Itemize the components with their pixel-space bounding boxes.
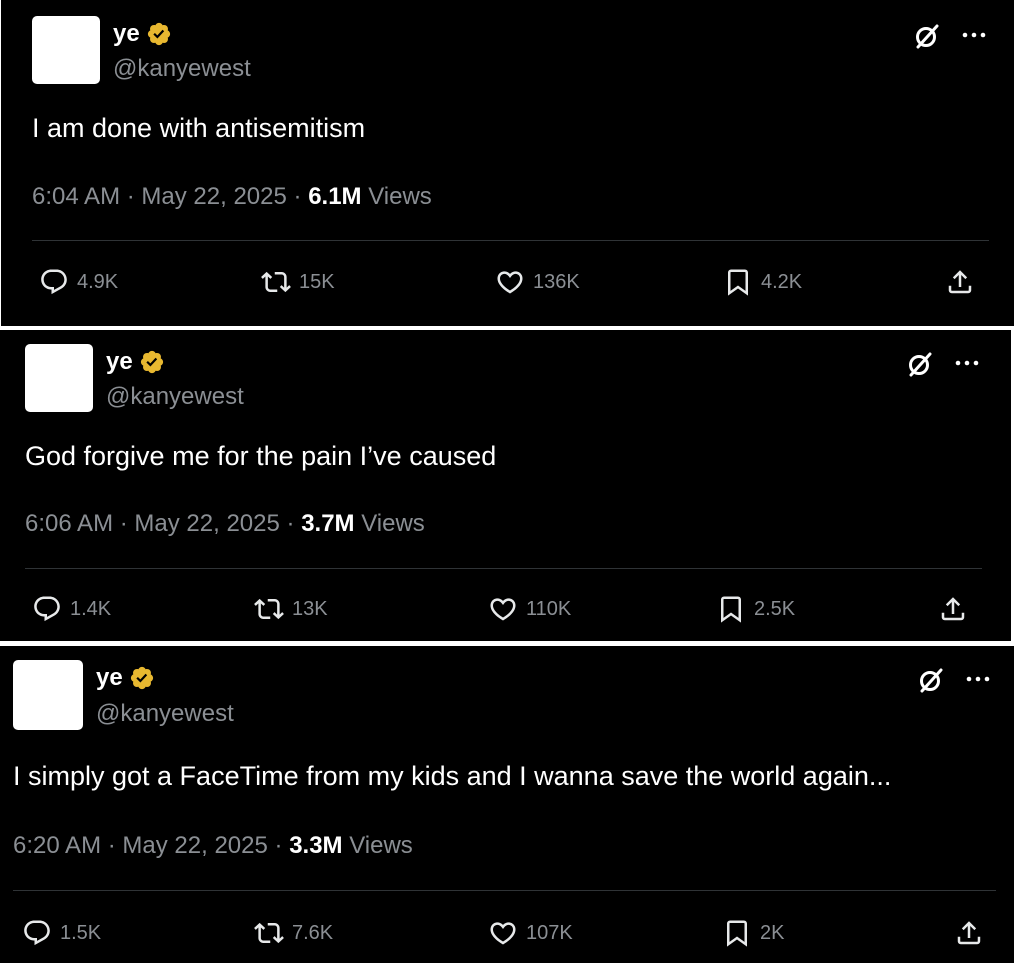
tweet-card-2[interactable]: ye @kanyewest God forgive me for the pai… <box>0 330 1011 641</box>
bookmark-button[interactable]: 2.5K <box>716 594 795 624</box>
repost-icon <box>254 922 284 944</box>
tweet-time[interactable]: 6:06 AM <box>25 510 113 537</box>
meta-separator: · <box>126 183 135 210</box>
bookmark-button[interactable]: 4.2K <box>723 267 802 297</box>
reply-button[interactable]: 1.5K <box>22 918 101 948</box>
meta-separator: · <box>274 832 283 859</box>
share-icon[interactable] <box>938 594 968 624</box>
like-button[interactable]: 136K <box>495 267 580 297</box>
bookmark-icon <box>721 596 741 623</box>
author-handle[interactable]: @kanyewest <box>113 55 251 83</box>
tweet-date[interactable]: May 22, 2025 <box>134 510 279 537</box>
verified-badge-icon <box>140 350 163 374</box>
meta-separator: · <box>286 510 295 537</box>
reply-icon <box>34 596 60 622</box>
divider <box>13 890 996 891</box>
tweet-text: God forgive me for the pain I’ve caused <box>25 441 497 471</box>
bookmark-icon <box>728 269 748 296</box>
like-count: 136K <box>533 270 580 293</box>
bookmark-icon <box>727 920 747 947</box>
repost-button[interactable]: 7.6K <box>254 918 333 948</box>
grok-icon[interactable] <box>906 350 934 378</box>
like-count: 110K <box>526 597 572 620</box>
reply-count: 4.9K <box>77 270 119 293</box>
repost-button[interactable]: 13K <box>254 594 328 624</box>
share-icon[interactable] <box>945 267 975 297</box>
grok-icon[interactable] <box>913 22 941 50</box>
tweet-date[interactable]: May 22, 2025 <box>141 183 286 210</box>
author-name[interactable]: ye <box>113 20 140 48</box>
views-count[interactable]: 6.1M <box>308 183 361 210</box>
like-button[interactable]: 110K <box>488 594 571 624</box>
author-name[interactable]: ye <box>106 348 133 376</box>
avatar[interactable] <box>25 344 93 412</box>
author-name-row[interactable]: ye <box>106 348 165 376</box>
tweet-text: I simply got a FaceTime from my kids and… <box>13 761 892 791</box>
tweet-date[interactable]: May 22, 2025 <box>122 832 267 859</box>
like-icon <box>490 598 516 621</box>
views-label: Views <box>349 832 413 859</box>
meta-separator: · <box>119 510 128 537</box>
reply-icon <box>41 269 67 295</box>
tweet-text: I am done with antisemitism <box>32 113 366 143</box>
views-count[interactable]: 3.7M <box>301 510 354 537</box>
reply-button[interactable]: 4.9K <box>39 267 118 297</box>
meta-separator: · <box>107 832 116 859</box>
views-label: Views <box>361 510 425 537</box>
like-icon <box>497 271 523 294</box>
more-icon[interactable] <box>965 674 993 684</box>
bookmark-count: 4.2K <box>761 270 803 293</box>
reply-count: 1.4K <box>70 597 112 620</box>
repost-icon <box>261 271 291 293</box>
like-count: 107K <box>526 921 573 944</box>
author-name-row[interactable]: ye <box>96 664 155 692</box>
reply-count: 1.5K <box>60 921 102 944</box>
author-name-row[interactable]: ye <box>113 20 172 48</box>
views-count[interactable]: 3.3M <box>289 832 342 859</box>
author-handle[interactable]: @kanyewest <box>106 383 244 411</box>
meta-separator: · <box>293 183 302 210</box>
divider <box>32 240 989 241</box>
reply-icon <box>24 920 50 946</box>
repost-count: 15K <box>299 270 335 293</box>
bookmark-count: 2.5K <box>754 597 796 620</box>
repost-button[interactable]: 15K <box>261 267 335 297</box>
repost-icon <box>254 598 284 620</box>
tweet-time[interactable]: 6:20 AM <box>13 832 101 859</box>
tweet-card-1[interactable]: ye @kanyewest I am done with antisemitis… <box>1 0 1014 326</box>
repost-count: 13K <box>292 597 328 620</box>
avatar[interactable] <box>32 16 100 84</box>
author-handle[interactable]: @kanyewest <box>96 700 234 728</box>
repost-count: 7.6K <box>292 921 334 944</box>
tweet-card-3[interactable]: ye @kanyewest I simply got a FaceTime fr… <box>0 646 1014 963</box>
avatar[interactable] <box>13 660 83 730</box>
like-button[interactable]: 107K <box>488 918 573 948</box>
bookmark-count: 2K <box>760 921 785 944</box>
tweet-meta: 6:20 AM · May 22, 2025 · 3.3M Views <box>13 832 413 860</box>
bookmark-button[interactable]: 2K <box>722 918 784 948</box>
share-icon[interactable] <box>954 918 984 948</box>
divider <box>25 568 982 569</box>
verified-badge-icon <box>147 22 170 46</box>
views-label: Views <box>368 183 432 210</box>
like-icon <box>490 922 516 945</box>
reply-button[interactable]: 1.4K <box>32 594 111 624</box>
grok-icon[interactable] <box>917 666 945 694</box>
verified-badge-icon <box>130 666 153 690</box>
more-icon[interactable] <box>961 30 989 40</box>
tweet-meta: 6:04 AM · May 22, 2025 · 6.1M Views <box>32 183 432 211</box>
tweet-meta: 6:06 AM · May 22, 2025 · 3.7M Views <box>25 510 425 538</box>
tweet-time[interactable]: 6:04 AM <box>32 183 120 210</box>
author-name[interactable]: ye <box>96 664 123 692</box>
more-icon[interactable] <box>954 358 982 368</box>
